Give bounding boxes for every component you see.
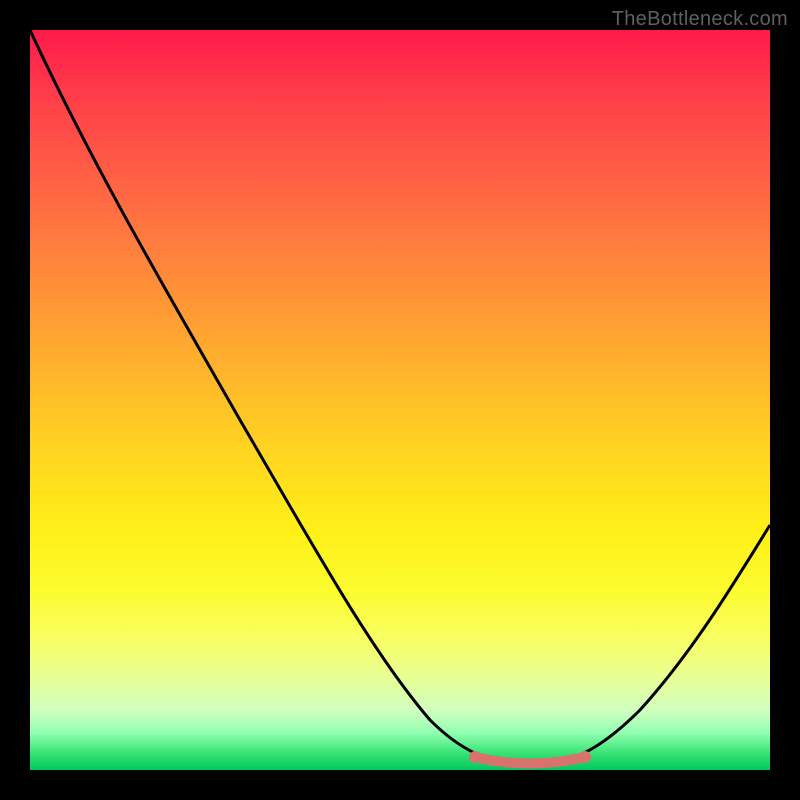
chart-svg <box>30 30 770 770</box>
highlight-segment <box>475 757 585 764</box>
chart-frame: TheBottleneck.com <box>0 0 800 800</box>
highlight-dot-left <box>469 751 481 763</box>
highlight-dot-right <box>579 751 591 763</box>
plot-area <box>30 30 770 770</box>
watermark-label: TheBottleneck.com <box>612 8 788 31</box>
bottleneck-curve <box>30 30 770 765</box>
